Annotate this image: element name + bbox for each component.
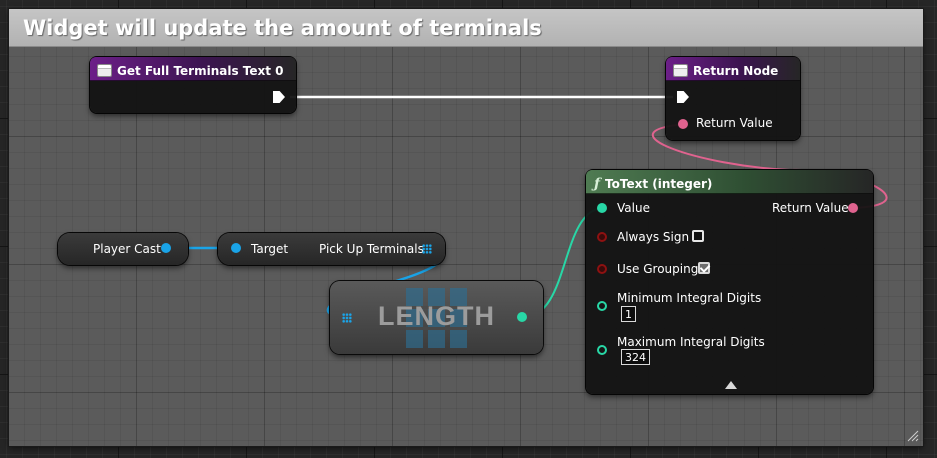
resize-grip-icon[interactable]	[907, 430, 919, 442]
event-icon	[98, 65, 111, 76]
use-grouping-checkbox[interactable]	[698, 262, 710, 274]
node-header: Get Full Terminals Text 0	[90, 57, 296, 81]
node-header: Return Node	[666, 57, 800, 81]
length-node[interactable]: LENGTH	[330, 281, 543, 354]
length-out-pin[interactable]	[517, 312, 527, 322]
return-value-pin[interactable]	[848, 203, 858, 213]
always-sign-checkbox[interactable]	[692, 230, 704, 242]
player-cast-node[interactable]: Player Cast	[58, 233, 188, 265]
pickup-terminals-label: Pick Up Terminals	[319, 242, 424, 256]
min-digits-label: Minimum Integral Digits	[617, 291, 762, 305]
max-digits-input[interactable]: 324	[621, 349, 650, 365]
max-digits-pin[interactable]	[597, 345, 607, 355]
target-pin[interactable]	[231, 243, 241, 253]
use-grouping-label: Use Grouping	[617, 262, 699, 276]
collapse-arrow-icon[interactable]	[725, 381, 737, 389]
node-title: ToText (integer)	[605, 176, 713, 191]
node-title: Return Node	[693, 63, 779, 78]
get-full-terminals-text-node[interactable]: Get Full Terminals Text 0	[90, 57, 296, 113]
event-icon	[674, 65, 687, 76]
return-value-pin[interactable]	[678, 119, 688, 129]
return-value-label: Return Value	[772, 201, 849, 215]
length-title: LENGTH	[378, 301, 495, 331]
value-label: Value	[617, 201, 650, 215]
array-in-pin[interactable]	[342, 313, 352, 323]
node-header: ƒ ToText (integer)	[586, 170, 873, 194]
exec-out-pin[interactable]	[273, 91, 285, 103]
min-digits-pin[interactable]	[597, 301, 607, 311]
return-value-label: Return Value	[696, 116, 773, 130]
function-icon: ƒ	[594, 175, 601, 192]
min-digits-input[interactable]: 1	[621, 306, 636, 322]
always-sign-pin[interactable]	[597, 232, 607, 242]
exec-in-pin[interactable]	[677, 91, 689, 103]
totext-integer-node[interactable]: ƒ ToText (integer) Value Return Value Al…	[586, 170, 873, 394]
target-label: Target	[251, 242, 289, 256]
array-out-pin[interactable]	[422, 244, 432, 254]
always-sign-label: Always Sign	[617, 230, 690, 244]
player-cast-label: Player Cast	[93, 242, 161, 256]
pickup-terminals-node[interactable]: Target Pick Up Terminals	[218, 233, 445, 265]
return-node[interactable]: Return Node Return Value	[666, 57, 800, 140]
node-title: Get Full Terminals Text 0	[117, 63, 284, 78]
value-pin[interactable]	[597, 203, 607, 213]
use-grouping-pin[interactable]	[597, 264, 607, 274]
comment-title[interactable]: Widget will update the amount of termina…	[9, 9, 923, 47]
max-digits-label: Maximum Integral Digits	[617, 335, 765, 349]
player-cast-out-pin[interactable]	[161, 243, 171, 253]
